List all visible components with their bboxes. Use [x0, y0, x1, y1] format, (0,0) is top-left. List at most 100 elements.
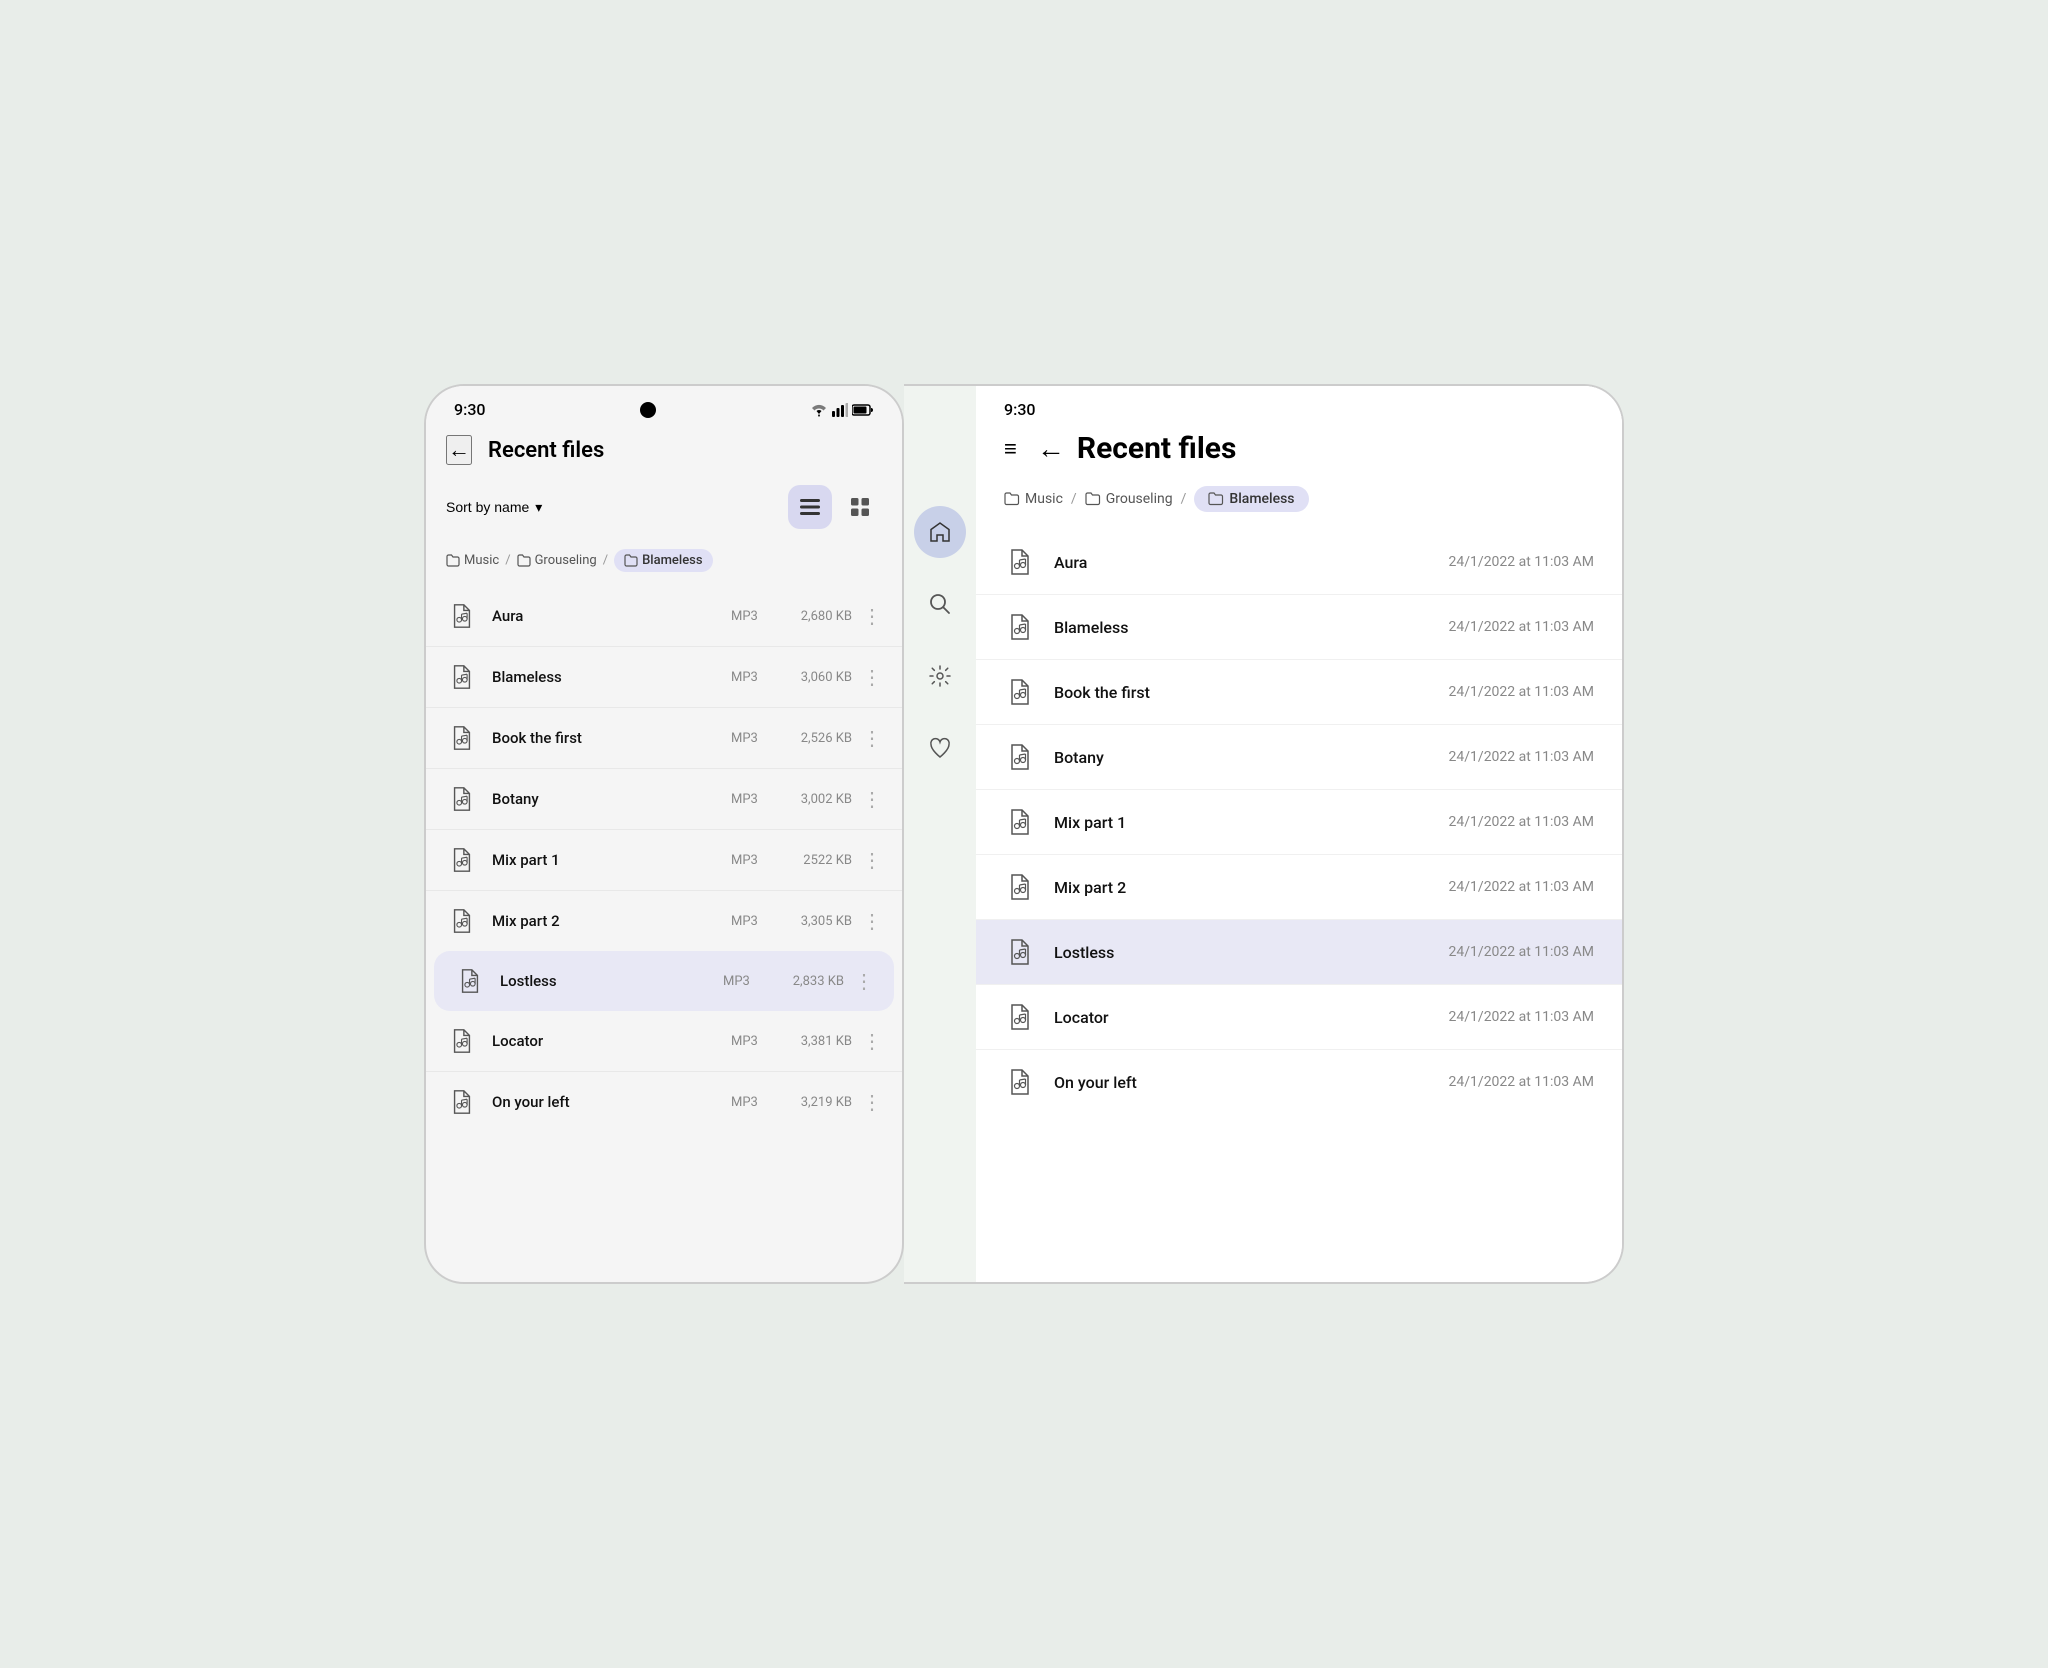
mobile-file-item[interactable]: Mix part 1 MP3 2522 KB ⋮: [426, 829, 902, 890]
file-more-button-4[interactable]: ⋮: [862, 848, 882, 872]
file-more-button-8[interactable]: ⋮: [862, 1090, 882, 1114]
tablet-file-date-6: 24/1/2022 at 11:03 AM: [1449, 944, 1594, 960]
grid-view-button[interactable]: [838, 485, 882, 529]
tablet-file-item[interactable]: Botany 24/1/2022 at 11:03 AM: [976, 724, 1622, 789]
file-type-1: MP3: [731, 670, 766, 685]
file-name-0: Aura: [492, 607, 731, 625]
file-more-button-2[interactable]: ⋮: [862, 726, 882, 750]
breadcrumb-item-blameless[interactable]: Blameless: [614, 549, 712, 572]
tablet-main-content: 9:30 ≡ ← Recent files Music /: [976, 386, 1622, 1282]
tablet-breadcrumb-music: Music: [1025, 491, 1063, 507]
breadcrumb-sep-1: /: [505, 553, 510, 568]
file-audio-icon: [1006, 873, 1034, 901]
file-type-3: MP3: [731, 792, 766, 807]
mobile-file-item[interactable]: Book the first MP3 2,526 KB ⋮: [426, 707, 902, 768]
folder-icon-music: [446, 554, 460, 567]
tablet-file-list: Aura 24/1/2022 at 11:03 AM Blameless 24/…: [976, 526, 1622, 1282]
tablet-file-item[interactable]: On your left 24/1/2022 at 11:03 AM: [976, 1049, 1622, 1114]
tablet-file-name-1: Blameless: [1054, 618, 1449, 637]
breadcrumb-item-grouseling[interactable]: Grouseling: [517, 553, 597, 568]
file-size-1: 3,060 KB: [782, 670, 852, 685]
file-type-2: MP3: [731, 731, 766, 746]
file-more-button-0[interactable]: ⋮: [862, 604, 882, 628]
tablet-breadcrumb-grouseling: Grouseling: [1106, 491, 1173, 507]
file-more-button-6[interactable]: ⋮: [854, 969, 874, 993]
tablet-file-item[interactable]: Mix part 2 24/1/2022 at 11:03 AM: [976, 854, 1622, 919]
mobile-file-item[interactable]: Blameless MP3 3,060 KB ⋮: [426, 646, 902, 707]
sort-chevron-icon: ▾: [535, 499, 542, 516]
tablet-file-name-7: Locator: [1054, 1008, 1449, 1027]
file-type-5: MP3: [731, 914, 766, 929]
file-more-button-3[interactable]: ⋮: [862, 787, 882, 811]
file-audio-icon: [449, 1089, 475, 1115]
tablet-file-date-2: 24/1/2022 at 11:03 AM: [1449, 684, 1594, 700]
mobile-file-item[interactable]: Locator MP3 3,381 KB ⋮: [426, 1011, 902, 1071]
file-size-3: 3,002 KB: [782, 792, 852, 807]
tablet-file-name-4: Mix part 1: [1054, 813, 1449, 832]
mobile-file-item[interactable]: On your left MP3 3,219 KB ⋮: [426, 1071, 902, 1132]
home-icon: [928, 520, 952, 544]
file-more-button-1[interactable]: ⋮: [862, 665, 882, 689]
mobile-file-item[interactable]: Aura MP3 2,680 KB ⋮: [426, 586, 902, 646]
file-more-button-7[interactable]: ⋮: [862, 1029, 882, 1053]
tablet-file-icon-2: [1004, 676, 1036, 708]
signal-icon: [832, 403, 848, 417]
tablet-file-item[interactable]: Blameless 24/1/2022 at 11:03 AM: [976, 594, 1622, 659]
list-view-button[interactable]: [788, 485, 832, 529]
file-icon-6: [454, 965, 486, 997]
mobile-toolbar: Sort by name ▾: [426, 477, 902, 541]
folder-icon-grouseling-tablet: [1085, 492, 1101, 506]
tablet-file-item[interactable]: Mix part 1 24/1/2022 at 11:03 AM: [976, 789, 1622, 854]
sidebar-home-button[interactable]: [914, 506, 966, 558]
file-name-1: Blameless: [492, 668, 731, 686]
hamburger-menu-button[interactable]: ≡: [1004, 436, 1017, 462]
file-size-4: 2522 KB: [782, 853, 852, 868]
sort-button[interactable]: Sort by name ▾: [446, 499, 542, 516]
file-audio-icon: [1006, 548, 1034, 576]
tablet-sep-2: /: [1181, 491, 1187, 507]
breadcrumb-item-music[interactable]: Music: [446, 553, 499, 568]
tablet-breadcrumb-item-music[interactable]: Music: [1004, 491, 1063, 507]
tablet-breadcrumb-item-blameless[interactable]: Blameless: [1194, 486, 1308, 512]
file-audio-icon: [1006, 678, 1034, 706]
tablet-breadcrumb-item-grouseling[interactable]: Grouseling: [1085, 491, 1173, 507]
tablet-file-icon-7: [1004, 1001, 1036, 1033]
mobile-file-item[interactable]: Lostless MP3 2,833 KB ⋮: [434, 951, 894, 1011]
mobile-file-item[interactable]: Botany MP3 3,002 KB ⋮: [426, 768, 902, 829]
tablet-file-date-1: 24/1/2022 at 11:03 AM: [1449, 619, 1594, 635]
tablet-file-icon-3: [1004, 741, 1036, 773]
sidebar-favorites-button[interactable]: [914, 722, 966, 774]
file-audio-icon: [1006, 1068, 1034, 1096]
file-audio-icon: [449, 847, 475, 873]
file-audio-icon: [449, 786, 475, 812]
grid-icon: [851, 498, 869, 516]
tablet-file-icon-6: [1004, 936, 1036, 968]
mobile-back-button[interactable]: ←: [446, 435, 472, 465]
wifi-icon: [810, 403, 828, 417]
file-size-2: 2,526 KB: [782, 731, 852, 746]
mobile-file-item[interactable]: Mix part 2 MP3 3,305 KB ⋮: [426, 890, 902, 951]
folder-icon-blameless: [624, 554, 638, 567]
file-type-7: MP3: [731, 1034, 766, 1049]
file-name-8: On your left: [492, 1093, 731, 1111]
battery-icon: [852, 404, 874, 416]
tablet-file-item[interactable]: Aura 24/1/2022 at 11:03 AM: [976, 530, 1622, 594]
file-icon-7: [446, 1025, 478, 1057]
file-size-5: 3,305 KB: [782, 914, 852, 929]
file-more-button-5[interactable]: ⋮: [862, 909, 882, 933]
tablet-file-name-0: Aura: [1054, 553, 1449, 572]
tablet-file-icon-4: [1004, 806, 1036, 838]
file-type-4: MP3: [731, 853, 766, 868]
tablet-file-item[interactable]: Locator 24/1/2022 at 11:03 AM: [976, 984, 1622, 1049]
sidebar-settings-button[interactable]: [914, 650, 966, 702]
mobile-time: 9:30: [454, 400, 486, 419]
tablet-file-date-8: 24/1/2022 at 11:03 AM: [1449, 1074, 1594, 1090]
file-audio-icon: [449, 603, 475, 629]
sidebar-search-button[interactable]: [914, 578, 966, 630]
breadcrumb-sep-2: /: [603, 553, 608, 568]
tablet-file-item[interactable]: Lostless 24/1/2022 at 11:03 AM: [976, 919, 1622, 984]
tablet-file-item[interactable]: Book the first 24/1/2022 at 11:03 AM: [976, 659, 1622, 724]
tablet-back-button[interactable]: ←: [1037, 433, 1065, 465]
phone-mobile: 9:30: [424, 384, 904, 1284]
mobile-top-bar: ← Recent files: [426, 427, 902, 477]
